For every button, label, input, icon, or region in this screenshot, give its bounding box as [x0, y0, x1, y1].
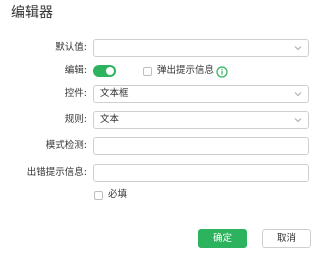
- default-value-label: 默认值:: [55, 42, 87, 53]
- cancel-button[interactable]: 取消: [262, 229, 311, 248]
- rule-select[interactable]: 文本: [93, 111, 309, 129]
- error-hint-label: 出错提示信息:: [26, 167, 87, 178]
- pattern-input[interactable]: [93, 137, 309, 155]
- popup-hint-checkbox[interactable]: [143, 67, 152, 76]
- required-checkbox[interactable]: [94, 191, 103, 200]
- chevron-down-icon: [294, 118, 302, 123]
- required-label: 必填: [108, 189, 128, 200]
- rule-value: 文本: [100, 114, 120, 125]
- control-select[interactable]: 文本框: [93, 85, 309, 103]
- control-label: 控件:: [64, 88, 87, 99]
- dialog-title: 编辑器: [11, 5, 53, 21]
- chevron-down-icon: [294, 92, 302, 97]
- chevron-down-icon: [294, 46, 302, 51]
- ok-button[interactable]: 确定: [198, 229, 247, 248]
- pattern-label: 模式检测:: [45, 140, 87, 151]
- control-value: 文本框: [100, 88, 129, 99]
- rule-label: 规则:: [64, 114, 87, 125]
- edit-toggle[interactable]: [93, 65, 116, 77]
- toggle-knob: [106, 67, 114, 75]
- popup-hint-label: 弹出提示信息: [157, 65, 215, 76]
- default-value-select[interactable]: [93, 39, 309, 57]
- edit-label: 编辑:: [64, 65, 87, 76]
- error-hint-input[interactable]: [93, 164, 309, 182]
- info-icon[interactable]: [216, 66, 228, 78]
- editor-dialog: 编辑器 默认值: 编辑: 弹出提示信息 控件: 文本框 规则: 文本 模式检测:: [0, 0, 333, 256]
